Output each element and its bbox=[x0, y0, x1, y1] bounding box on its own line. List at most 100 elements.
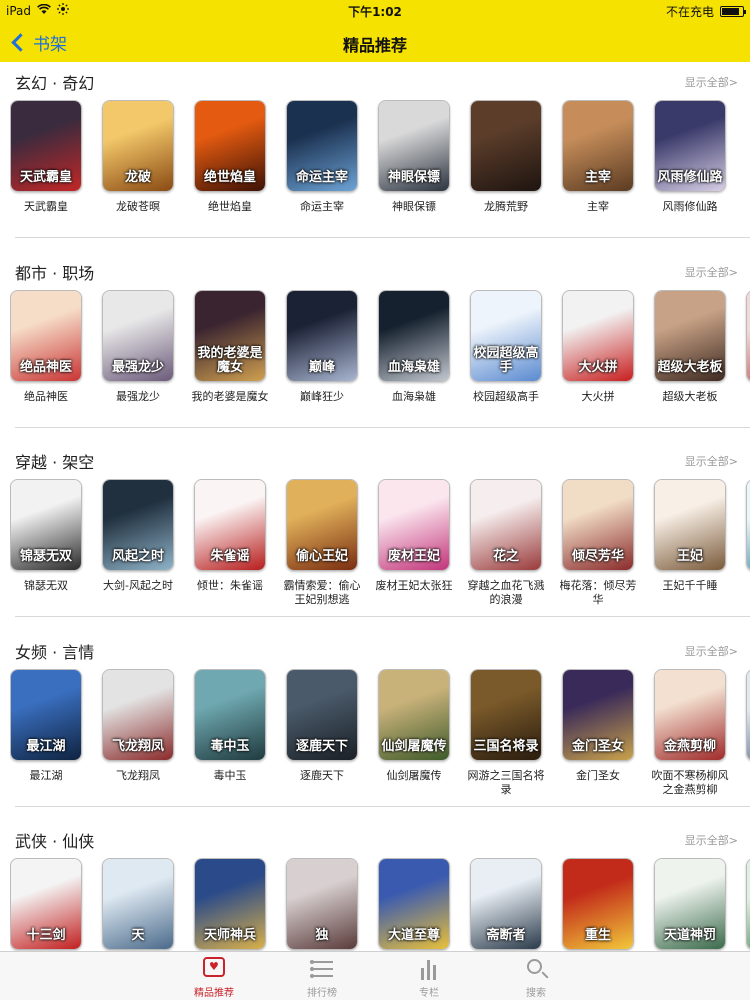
show-all-link[interactable]: 显示全部> bbox=[685, 264, 738, 280]
book-cover: 天师神兵 bbox=[194, 858, 266, 950]
cover-title-art: 大道至尊 bbox=[387, 928, 440, 943]
book-item[interactable]: 风雨修仙路 风雨修仙路 bbox=[648, 100, 732, 214]
battery-icon bbox=[720, 6, 746, 17]
tab-featured[interactable]: ♥ 精品推荐 bbox=[174, 952, 254, 1000]
book-item[interactable] bbox=[740, 668, 750, 769]
book-item[interactable]: 独 bbox=[280, 858, 364, 958]
book-item[interactable]: 大道至尊 bbox=[372, 858, 456, 958]
book-item[interactable]: 神眼保镖 神眼保镖 bbox=[372, 100, 456, 214]
book-item[interactable]: 倾尽芳华 梅花落：倾尽芳华 bbox=[556, 479, 640, 607]
book-title: 仙剑屠魔传 bbox=[386, 768, 442, 782]
cover-title-art: 天 bbox=[131, 928, 145, 943]
tab-column[interactable]: 专栏 bbox=[389, 952, 469, 1000]
book-item[interactable]: 重生 bbox=[556, 858, 640, 958]
tab-bar: ♥ 精品推荐 排行榜 专栏 搜索 bbox=[0, 951, 750, 1000]
book-item[interactable]: 龙破 龙破苍暝 bbox=[96, 100, 180, 214]
book-cover: 大道至尊 bbox=[378, 858, 450, 950]
book-section: 女频 · 言情 显示全部> 最江湖 最江湖 飞龙翔凤 飞龙翔凤 毒中玉 毒中玉 逐鹿天下 逐鹿天下… bbox=[0, 631, 750, 821]
book-item[interactable]: 超级大老板 超级大老板 bbox=[648, 289, 732, 404]
section-title: 武侠 · 仙侠 bbox=[15, 832, 95, 851]
cover-title-art: 最强龙少 bbox=[111, 359, 164, 375]
book-item[interactable]: 我的老婆是魔女 我的老婆是魔女 bbox=[188, 289, 272, 404]
cover-title-art: 风雨修仙路 bbox=[657, 170, 723, 185]
book-item[interactable]: 最江湖 最江湖 bbox=[10, 668, 88, 783]
book-title: 超级大老板 bbox=[662, 389, 718, 403]
book-item[interactable]: 锦瑟无双 锦瑟无双 bbox=[10, 479, 88, 593]
book-cover: 最强龙少 bbox=[102, 289, 174, 382]
cover-title-art: 毒中玉 bbox=[210, 738, 250, 754]
cover-title-art: 神眼保镖 bbox=[387, 170, 440, 185]
search-icon bbox=[523, 957, 549, 981]
book-cover: 天 bbox=[102, 858, 174, 950]
book-item[interactable]: 金燕剪柳 吹面不寒杨柳风之金燕剪柳 bbox=[648, 668, 732, 797]
book-item[interactable]: 飞龙翔凤 飞龙翔凤 bbox=[96, 668, 180, 783]
cover-title-art: 金门圣女 bbox=[571, 738, 624, 754]
cover-title-art: 三国名将录 bbox=[473, 738, 539, 754]
page-title: 精品推荐 bbox=[342, 36, 407, 55]
section-header: 都市 · 职场 显示全部> bbox=[0, 252, 750, 288]
book-item[interactable]: 斋断者 bbox=[464, 858, 548, 958]
cover-title-art: 逐鹿天下 bbox=[295, 738, 348, 754]
tab-search[interactable]: 搜索 bbox=[496, 952, 576, 1000]
book-item[interactable]: 龙腾荒野 bbox=[464, 100, 548, 214]
cover-title-art: 废材王妃 bbox=[387, 549, 440, 564]
book-item[interactable]: 天 bbox=[96, 858, 180, 958]
show-all-link[interactable]: 显示全部> bbox=[685, 453, 738, 469]
book-item[interactable]: 命运主宰 命运主宰 bbox=[280, 100, 364, 214]
book-item[interactable] bbox=[740, 858, 750, 958]
book-item[interactable]: 巅峰 巅峰狂少 bbox=[280, 289, 364, 404]
section-header: 女频 · 言情 显示全部> bbox=[0, 631, 750, 667]
book-item[interactable]: 毒中玉 毒中玉 bbox=[188, 668, 272, 783]
book-item[interactable]: 主宰 主宰 bbox=[556, 100, 640, 214]
section-title: 女频 · 言情 bbox=[15, 642, 95, 662]
book-item[interactable]: 大火拼 大火拼 bbox=[556, 289, 640, 404]
book-item[interactable]: 十三剑 bbox=[10, 858, 88, 958]
cover-art bbox=[471, 101, 541, 191]
book-item[interactable]: 逐鹿天下 逐鹿天下 bbox=[280, 668, 364, 783]
book-item[interactable]: 血海枭雄 血海枭雄 bbox=[372, 289, 456, 404]
book-title: 大剑-风起之时 bbox=[103, 579, 173, 592]
book-item[interactable]: 校园超级高手 校园超级高手 bbox=[464, 289, 548, 404]
book-cover: 天武霸皇 bbox=[10, 100, 82, 192]
book-item[interactable]: 废材王妃 废材王妃太张狂 bbox=[372, 479, 456, 593]
tab-ranking[interactable]: 排行榜 bbox=[282, 952, 362, 1000]
book-title: 逐鹿天下 bbox=[300, 768, 344, 782]
book-cover bbox=[746, 479, 750, 571]
cover-title-art: 独 bbox=[315, 928, 329, 943]
cover-title-art: 主宰 bbox=[584, 170, 611, 185]
book-item[interactable]: 王妃 王妃千千睡 bbox=[648, 479, 732, 593]
book-cover: 斋断者 bbox=[470, 858, 542, 950]
book-cover: 独 bbox=[286, 858, 358, 950]
book-cover: 神眼保镖 bbox=[378, 100, 450, 192]
book-item[interactable]: 最强龙少 最强龙少 bbox=[96, 289, 180, 404]
book-item[interactable]: 绝品神医 绝品神医 bbox=[10, 289, 88, 404]
book-cover: 金燕剪柳 bbox=[654, 668, 726, 761]
book-item[interactable]: 花之 穿越之血花飞溅的浪漫 bbox=[464, 479, 548, 607]
book-row: 锦瑟无双 锦瑟无双 风起之时 大剑-风起之时 朱雀谣 倾世：朱雀谣 偷心王妃 霸情索爱：偷心王… bbox=[10, 479, 750, 609]
book-item[interactable]: 你 bbox=[740, 289, 750, 404]
show-all-link[interactable]: 显示全部> bbox=[685, 832, 738, 848]
book-cover: 花之 bbox=[470, 479, 542, 571]
book-item[interactable]: 天道神罚 bbox=[648, 858, 732, 958]
book-item[interactable]: 金门圣女 金门圣女 bbox=[556, 668, 640, 783]
cover-title-art: 绝品神医 bbox=[19, 359, 72, 375]
cover-title-art: 大火拼 bbox=[578, 359, 618, 375]
book-item[interactable]: 绝世焰皇 绝世焰皇 bbox=[188, 100, 272, 214]
book-cover: 倾尽芳华 bbox=[562, 479, 634, 571]
section-divider bbox=[15, 616, 750, 617]
book-cover: 朱雀谣 bbox=[194, 479, 266, 571]
book-cover: 主宰 bbox=[562, 100, 634, 192]
book-item[interactable]: 偷心王妃 霸情索爱：偷心王妃别想逃 bbox=[280, 479, 364, 607]
section-title: 都市 · 职场 bbox=[15, 263, 95, 283]
book-item[interactable]: 三国名将录 网游之三国名将录 bbox=[464, 668, 548, 797]
book-item[interactable]: 仙剑屠魔传 仙剑屠魔传 bbox=[372, 668, 456, 783]
cover-title-art: 校园超级高手 bbox=[473, 345, 539, 375]
show-all-link[interactable]: 显示全部> bbox=[685, 74, 738, 90]
book-cover: 飞龙翔凤 bbox=[102, 668, 174, 761]
book-item[interactable]: 穿 bbox=[740, 479, 750, 593]
show-all-link[interactable]: 显示全部> bbox=[685, 643, 738, 659]
book-item[interactable]: 天师神兵 bbox=[188, 858, 272, 958]
book-item[interactable]: 天武霸皇 天武霸皇 bbox=[10, 100, 88, 214]
book-item[interactable]: 风起之时 大剑-风起之时 bbox=[96, 479, 180, 593]
book-item[interactable]: 朱雀谣 倾世：朱雀谣 bbox=[188, 479, 272, 593]
